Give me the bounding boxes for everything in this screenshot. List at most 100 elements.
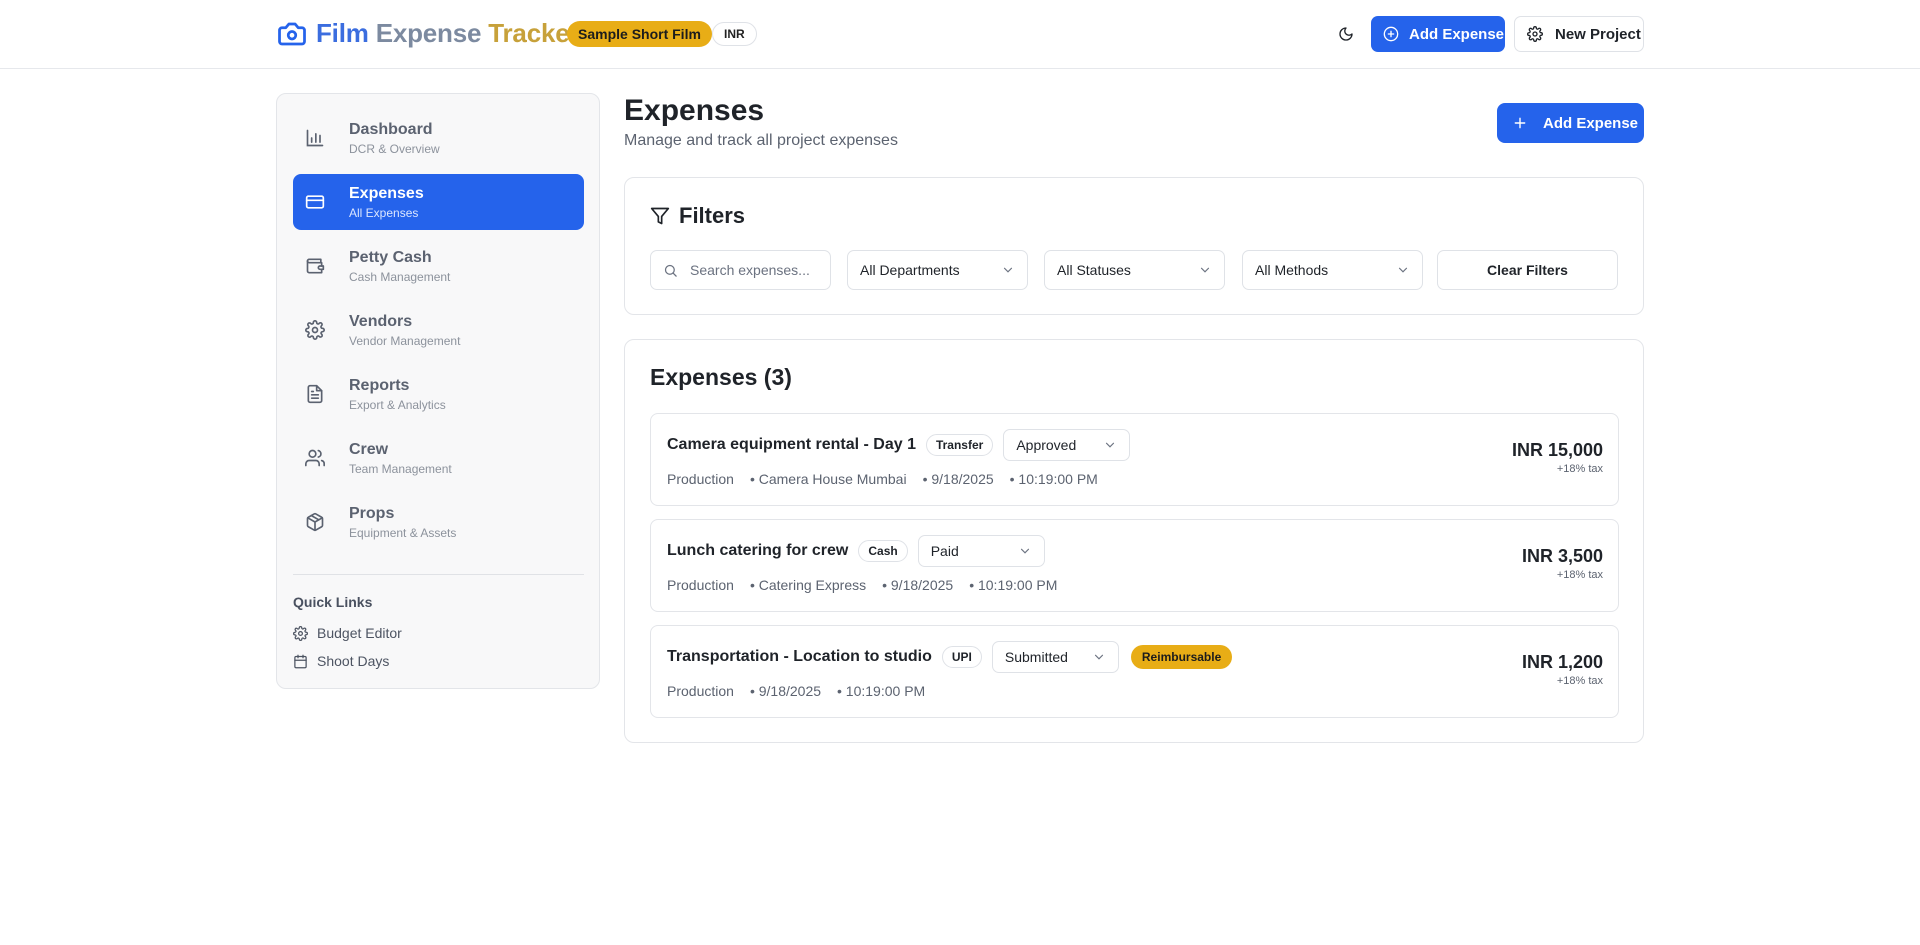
expense-status-value: Approved <box>1016 437 1077 453</box>
moon-icon <box>1339 27 1353 41</box>
quick-link-budget-editor[interactable]: Budget Editor <box>293 625 402 641</box>
status-select-value: All Statuses <box>1057 262 1131 278</box>
method-select[interactable]: All Methods <box>1242 250 1423 290</box>
gear-icon <box>293 625 308 641</box>
page-title: Expenses <box>624 94 765 127</box>
reimbursable-badge: Reimbursable <box>1130 645 1233 669</box>
project-badge[interactable]: Sample Short Film <box>567 21 712 47</box>
quick-link-shoot-days[interactable]: Shoot Days <box>293 653 389 669</box>
quick-link-label: Budget Editor <box>317 625 402 641</box>
department-select[interactable]: All Departments <box>847 250 1028 290</box>
app-title-part-2: Expense <box>375 18 482 48</box>
package-icon <box>306 512 324 532</box>
expense-row[interactable]: Transportation - Location to studio UPI … <box>650 625 1619 718</box>
new-project-button[interactable]: New Project <box>1514 16 1644 52</box>
sidebar-item-sublabel: Vendor Management <box>349 333 461 348</box>
sidebar-item-sublabel: DCR & Overview <box>349 141 440 156</box>
sidebar-item-label: Petty Cash <box>349 248 432 266</box>
app-title: Film Expense Tracker <box>316 18 580 49</box>
currency-badge: INR <box>712 22 757 46</box>
top-header: Film Expense Tracker Sample Short Film I… <box>0 0 1920 69</box>
add-expense-button[interactable]: Add Expense <box>1497 103 1644 143</box>
expense-amount: INR 3,500 <box>1521 546 1603 566</box>
add-expense-label: Add Expense <box>1543 114 1639 132</box>
chevron-down-icon <box>1020 548 1029 554</box>
expense-status-value: Submitted <box>1004 649 1068 665</box>
quick-links-title: Quick Links <box>293 594 373 610</box>
department-select-value: All Departments <box>860 262 960 278</box>
sidebar-item-crew[interactable]: Crew Team Management <box>293 430 584 486</box>
chevron-down-icon <box>1200 267 1210 273</box>
chevron-down-icon <box>1003 267 1013 273</box>
expense-title: Camera equipment rental - Day 1 <box>667 436 916 453</box>
sidebar: Dashboard DCR & Overview Expenses All Ex… <box>276 93 600 689</box>
sidebar-item-props[interactable]: Props Equipment & Assets <box>293 494 584 550</box>
expense-time: • 10:19:00 PM <box>1009 471 1098 487</box>
plus-icon <box>1514 117 1526 129</box>
expense-title: Lunch catering for crew <box>667 542 849 559</box>
expense-vendor: • Catering Express <box>749 577 867 593</box>
sidebar-item-expenses[interactable]: Expenses All Expenses <box>293 174 584 230</box>
sidebar-item-dashboard[interactable]: Dashboard DCR & Overview <box>293 110 584 166</box>
expenses-list-title: Expenses (3) <box>650 364 792 390</box>
expenses-list-card: Expenses (3) Camera equipment rental - D… <box>624 339 1644 743</box>
expense-department: Production <box>667 471 734 487</box>
expense-title: Transportation - Location to studio <box>667 648 932 665</box>
sidebar-item-sublabel: Equipment & Assets <box>349 525 457 540</box>
expense-amount-block: INR 3,500 +18% tax <box>1522 546 1603 581</box>
expense-meta: Production • Catering Express • 9/18/202… <box>667 577 1073 593</box>
expense-amount-block: INR 1,200 +18% tax <box>1522 652 1603 687</box>
filters-title: Filters <box>679 203 746 228</box>
calendar-icon <box>294 654 307 668</box>
payment-method-badge: Transfer <box>925 434 994 456</box>
expense-row[interactable]: Lunch catering for crew Cash Paid Produc… <box>650 519 1619 612</box>
new-project-label: New Project <box>1555 25 1641 43</box>
plus-circle-icon <box>1383 26 1399 42</box>
sidebar-item-reports[interactable]: Reports Export & Analytics <box>293 366 584 422</box>
header-add-expense-button[interactable]: Add Expense <box>1371 16 1505 52</box>
expense-date: • 9/18/2025 <box>749 683 822 699</box>
expense-vendor: • Camera House Mumbai <box>749 471 907 487</box>
sidebar-item-petty-cash[interactable]: Petty Cash Cash Management <box>293 238 584 294</box>
wallet-icon <box>306 258 325 274</box>
expense-amount: INR 15,000 <box>1511 440 1603 460</box>
expense-status-select[interactable]: Paid <box>917 535 1045 567</box>
expense-date: • 9/18/2025 <box>882 577 954 593</box>
page-subtitle: Manage and track all project expenses <box>624 132 898 149</box>
expense-date: • 9/18/2025 <box>922 471 994 487</box>
expense-row[interactable]: Camera equipment rental - Day 1 Transfer… <box>650 413 1619 506</box>
expense-amount: INR 1,200 <box>1521 652 1603 672</box>
status-select[interactable]: All Statuses <box>1044 250 1225 290</box>
app-brand[interactable]: Film Expense Tracker <box>277 18 580 49</box>
sidebar-divider <box>293 574 584 575</box>
expense-department: Production <box>667 683 734 699</box>
expense-status-select[interactable]: Approved <box>1003 429 1131 461</box>
theme-toggle-button[interactable] <box>1332 20 1360 48</box>
quick-link-label: Shoot Days <box>317 653 390 669</box>
sidebar-item-sublabel: Export & Analytics <box>349 397 446 412</box>
sidebar-item-sublabel: Cash Management <box>349 269 451 284</box>
chevron-down-icon <box>1094 654 1103 660</box>
camera-icon <box>278 22 306 45</box>
sidebar-item-label: Reports <box>349 376 410 394</box>
app-title-part-1: Film <box>316 18 369 48</box>
app-title-part-3: Tracker <box>488 18 580 48</box>
search-icon <box>664 264 677 277</box>
sidebar-item-label: Vendors <box>349 312 413 330</box>
sidebar-item-label: Props <box>349 504 395 522</box>
chevron-down-icon <box>1106 442 1115 448</box>
credit-card-icon <box>305 195 325 209</box>
gear-icon <box>305 320 325 340</box>
search-field[interactable] <box>650 250 831 290</box>
payment-method-badge: UPI <box>941 646 982 668</box>
header-add-expense-label: Add Expense <box>1409 25 1505 43</box>
expense-time: • 10:19:00 PM <box>969 577 1058 593</box>
sidebar-item-label: Crew <box>349 440 389 458</box>
sidebar-item-vendors[interactable]: Vendors Vendor Management <box>293 302 584 358</box>
clear-filters-button[interactable]: Clear Filters <box>1437 250 1618 290</box>
sidebar-item-label: Dashboard <box>349 120 433 138</box>
sidebar-item-sublabel: All Expenses <box>349 205 419 220</box>
expense-status-select[interactable]: Submitted <box>991 641 1119 673</box>
method-select-value: All Methods <box>1255 262 1329 278</box>
search-input[interactable] <box>690 262 820 278</box>
